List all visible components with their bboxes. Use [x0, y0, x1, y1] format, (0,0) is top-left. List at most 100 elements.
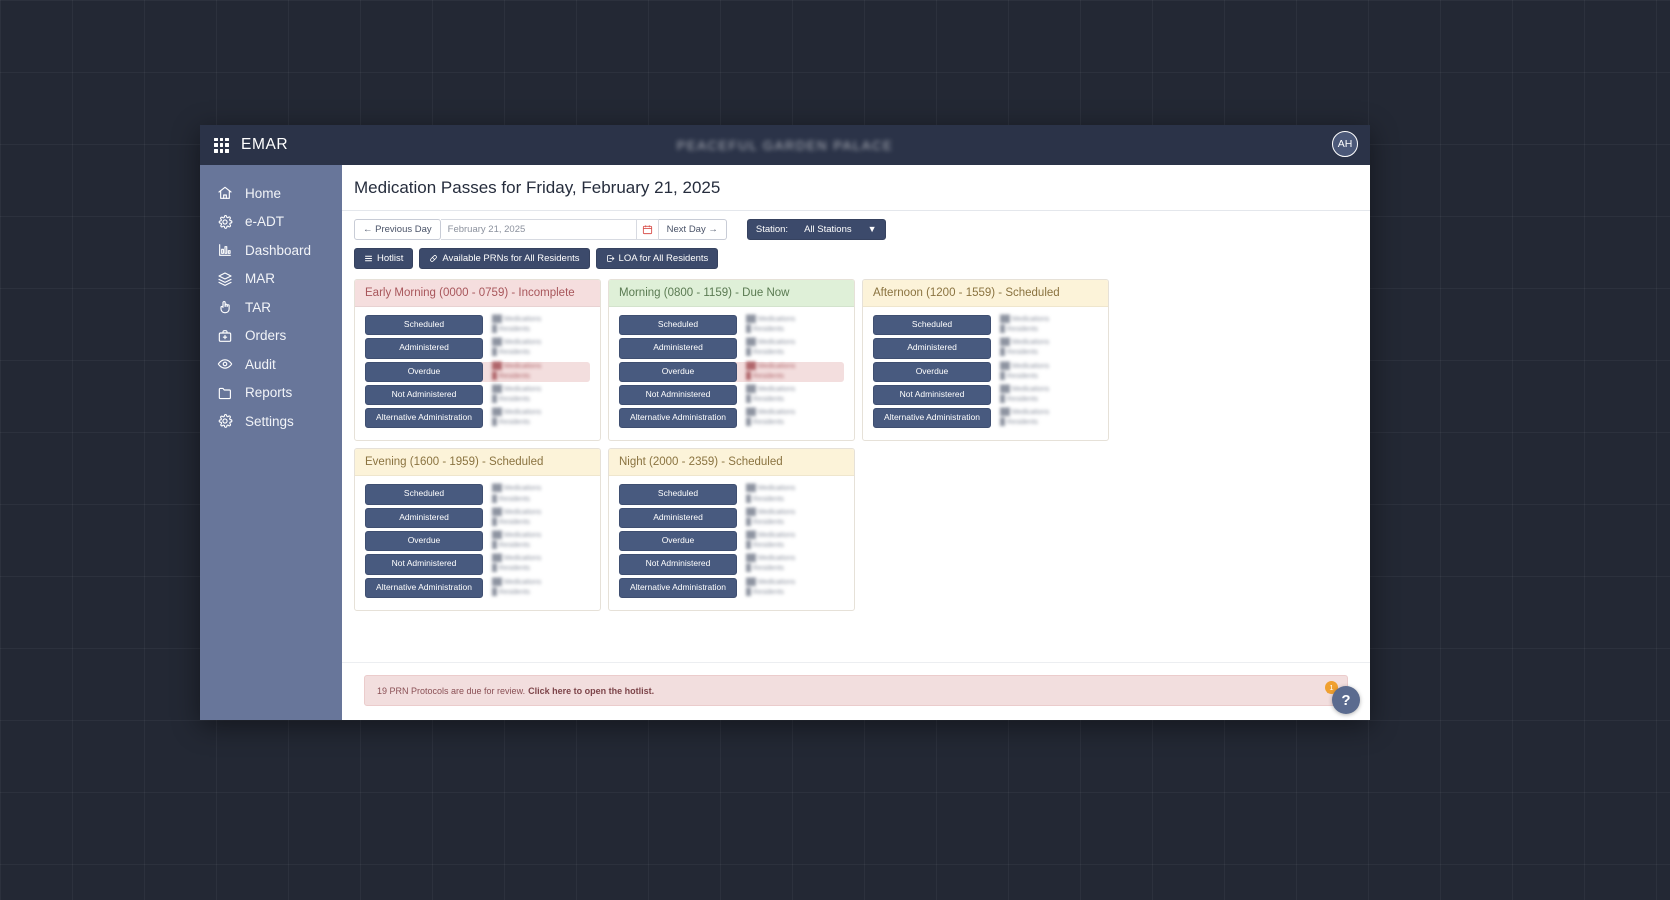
- card-title: Afternoon (1200 - 1559) - Scheduled: [863, 280, 1108, 307]
- stat-medications-count: ██ Medications: [492, 385, 542, 393]
- calendar-icon[interactable]: [636, 219, 659, 240]
- sidebar-item-mar[interactable]: MAR: [200, 265, 342, 294]
- stat-button[interactable]: Alternative Administration: [873, 408, 991, 429]
- stat-button[interactable]: Overdue: [873, 361, 991, 382]
- stat-medications-count: ██ Medications: [746, 409, 796, 417]
- stat-row: Overdue ██ Medications █ Residents: [619, 530, 844, 552]
- layers-icon: [216, 270, 234, 288]
- stat-medications-count: ██ Medications: [1000, 316, 1050, 323]
- stat-button[interactable]: Not Administered: [619, 554, 737, 575]
- stat-medications-count: ██ Medications: [746, 339, 796, 347]
- stat-residents-count: █ Residents: [746, 349, 785, 357]
- stat-button[interactable]: Scheduled: [873, 315, 991, 336]
- sidebar-item-reports[interactable]: Reports: [200, 379, 342, 408]
- stat-button[interactable]: Overdue: [619, 530, 737, 552]
- next-day-button[interactable]: Next Day →: [658, 219, 727, 240]
- sidebar-item-label: Reports: [245, 385, 293, 401]
- stat-button[interactable]: Administered: [365, 338, 483, 359]
- stat-button[interactable]: Not Administered: [365, 384, 483, 406]
- stat-counts: ██ Medications █ Residents: [483, 554, 590, 574]
- help-button[interactable]: ?: [1332, 686, 1360, 714]
- stat-row: Alternative Administration ██ Medications…: [873, 408, 1098, 429]
- stat-residents-count: █ Residents: [492, 542, 531, 550]
- stat-row: Administered ██ Medications █ Residents: [873, 338, 1098, 359]
- stat-medications-count: ██ Medications: [746, 362, 796, 370]
- stat-medications-count: ██ Medications: [746, 578, 796, 586]
- stat-medications-count: ██ Medications: [492, 508, 542, 516]
- apps-grid-icon[interactable]: [214, 137, 229, 153]
- stat-residents-count: █ Residents: [492, 495, 531, 503]
- date-input[interactable]: [440, 219, 637, 240]
- stat-button[interactable]: Scheduled: [365, 315, 483, 336]
- stat-counts: ██ Medications █ Residents: [991, 408, 1098, 428]
- stat-button[interactable]: Not Administered: [873, 384, 991, 406]
- stat-medications-count: ██ Medications: [746, 485, 796, 493]
- stat-medications-count: ██ Medications: [492, 555, 542, 563]
- stat-medications-count: ██ Medications: [746, 316, 796, 323]
- stat-button[interactable]: Alternative Administration: [619, 408, 737, 429]
- date-toolbar: ← Previous Day Next Day →: [342, 211, 1370, 240]
- stat-button[interactable]: Alternative Administration: [365, 408, 483, 429]
- available-prns-label: Available PRNs for All Residents: [442, 253, 580, 264]
- stat-residents-count: █ Residents: [492, 372, 531, 380]
- prn-alert-banner: 19 PRN Protocols are due for review. Cli…: [364, 675, 1348, 706]
- stat-counts: ██ Medications █ Residents: [737, 554, 844, 574]
- stat-residents-count: █ Residents: [746, 518, 785, 526]
- sidebar-item-home[interactable]: Home: [200, 179, 342, 208]
- stat-row: Alternative Administration ██ Medications…: [619, 577, 844, 598]
- stat-counts: ██ Medications █ Residents: [483, 385, 590, 405]
- chevron-down-icon: ▼: [867, 224, 877, 234]
- hotlist-button[interactable]: Hotlist: [354, 248, 414, 269]
- loa-button[interactable]: LOA for All Residents: [595, 248, 719, 269]
- stat-button[interactable]: Overdue: [619, 361, 737, 382]
- stat-button[interactable]: Administered: [619, 338, 737, 359]
- home-icon: [216, 184, 234, 202]
- stat-button[interactable]: Not Administered: [365, 554, 483, 575]
- sidebar-item-settings[interactable]: Settings: [200, 407, 342, 436]
- station-filter-dropdown[interactable]: Station: All Stations ▼: [746, 219, 886, 240]
- stat-residents-count: █ Residents: [746, 495, 785, 503]
- stat-button[interactable]: Scheduled: [365, 484, 483, 505]
- sidebar-item-label: MAR: [245, 271, 275, 287]
- sidebar-item-dashboard[interactable]: Dashboard: [200, 236, 342, 265]
- stat-medications-count: ██ Medications: [1000, 339, 1050, 347]
- emar-application-window: EMAR PEACEFUL GARDEN PALACE AH Home e-AD…: [200, 125, 1370, 720]
- stat-counts: ██ Medications █ Residents: [737, 484, 844, 504]
- card-title: Early Morning (0000 - 0759) - Incomplete: [355, 280, 600, 307]
- stat-row: Overdue ██ Medications █ Residents: [619, 361, 844, 382]
- card-body: Scheduled ██ Medications █ Residents Admini…: [609, 307, 854, 440]
- card-body: Scheduled ██ Medications █ Residents Admini…: [863, 307, 1108, 440]
- stat-residents-count: █ Residents: [1000, 349, 1039, 357]
- stat-medications-count: ██ Medications: [746, 385, 796, 393]
- sidebar-item-label: Dashboard: [245, 242, 312, 258]
- sidebar-item-e-adt[interactable]: e-ADT: [200, 208, 342, 237]
- stat-button[interactable]: Administered: [873, 338, 991, 359]
- sidebar-item-orders[interactable]: Orders: [200, 322, 342, 351]
- stat-counts: ██ Medications █ Residents: [737, 362, 844, 382]
- stat-button[interactable]: Overdue: [365, 361, 483, 382]
- stat-residents-count: █ Residents: [492, 565, 531, 573]
- stat-residents-count: █ Residents: [746, 565, 785, 573]
- stat-button[interactable]: Scheduled: [619, 315, 737, 336]
- card-title: Night (2000 - 2359) - Scheduled: [609, 449, 854, 477]
- stat-button[interactable]: Scheduled: [619, 484, 737, 505]
- previous-day-button[interactable]: ← Previous Day: [354, 219, 441, 240]
- stat-counts: ██ Medications █ Residents: [737, 385, 844, 405]
- sidebar-item-tar[interactable]: TAR: [200, 293, 342, 322]
- stat-residents-count: █ Residents: [746, 419, 785, 427]
- avatar[interactable]: AH: [1332, 131, 1358, 157]
- stat-row: Scheduled ██ Medications █ Residents: [619, 484, 844, 505]
- open-hotlist-link[interactable]: Click here to open the hotlist.: [528, 686, 654, 696]
- stat-counts: ██ Medications █ Residents: [737, 338, 844, 358]
- stat-button[interactable]: Administered: [365, 507, 483, 528]
- stat-button[interactable]: Alternative Administration: [365, 577, 483, 598]
- stat-button[interactable]: Overdue: [365, 530, 483, 552]
- available-prns-button[interactable]: Available PRNs for All Residents: [419, 248, 590, 269]
- date-navigation-group: ← Previous Day Next Day →: [354, 219, 727, 240]
- stat-button[interactable]: Alternative Administration: [619, 577, 737, 598]
- sidebar-item-audit[interactable]: Audit: [200, 350, 342, 379]
- stat-button[interactable]: Not Administered: [619, 384, 737, 406]
- stat-button[interactable]: Administered: [619, 507, 737, 528]
- medication-pass-card: Morning (0800 - 1159) - Due Now Scheduled…: [608, 279, 855, 442]
- stat-row: Administered ██ Medications █ Residents: [619, 338, 844, 359]
